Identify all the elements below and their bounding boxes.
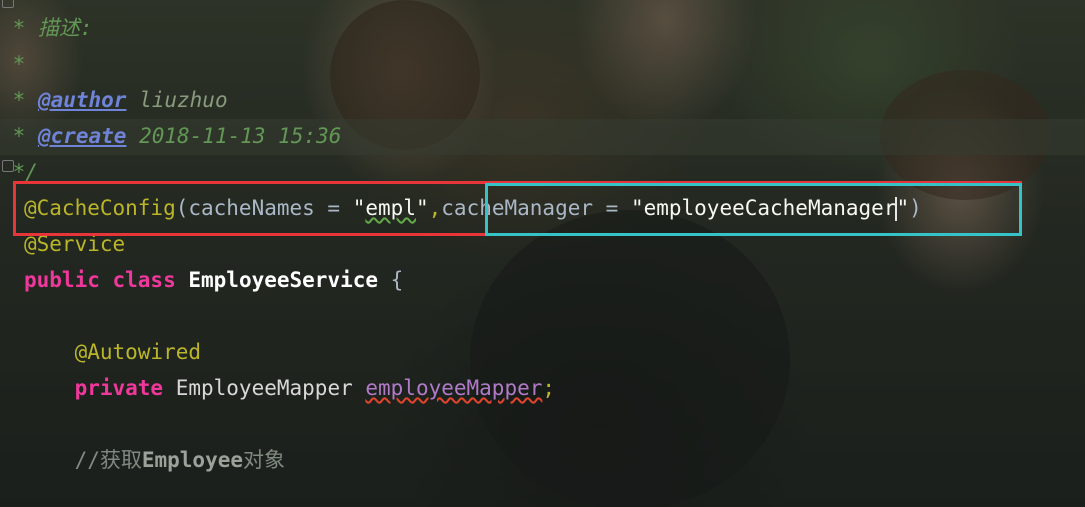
type-name[interactable]: EmployeeMapper	[163, 376, 365, 400]
code-line[interactable]: * @create 2018-11-13 15:36	[0, 118, 1085, 154]
javadoc-tag-author[interactable]: @author	[38, 88, 127, 112]
keyword-class: class	[99, 268, 189, 292]
code-line[interactable]: public class EmployeeService {	[24, 262, 1085, 298]
code-line[interactable]: * @author liuzhuo	[0, 82, 1085, 118]
code-brace: {	[378, 268, 404, 292]
comment-text: 描述:	[37, 16, 93, 40]
highlight-box-cyan	[485, 183, 1022, 236]
annotation-autowired[interactable]: @Autowired	[24, 340, 201, 364]
javadoc-create-value: 2018-11-13 15:36	[126, 124, 342, 148]
code-line[interactable]: private EmployeeMapper employeeMapper;	[24, 370, 1085, 406]
javadoc-tag-create[interactable]: @create	[38, 124, 127, 148]
fold-marker-icon[interactable]	[2, 0, 14, 8]
code-semicolon: ;	[542, 376, 556, 400]
keyword-private: private	[24, 376, 164, 400]
comment-text: *	[0, 16, 38, 40]
comment-text: *	[0, 88, 38, 112]
comment-text: *	[0, 124, 38, 148]
code-line[interactable]: //获取Employee对象	[24, 442, 1085, 478]
keyword-public: public	[24, 268, 100, 292]
field-name[interactable]: employeeMapper	[365, 376, 542, 400]
comment-text: *	[0, 52, 26, 76]
line-comment: 对象	[243, 448, 286, 472]
class-name[interactable]: EmployeeService	[188, 268, 378, 292]
code-line[interactable]: *	[0, 46, 1085, 82]
code-line[interactable]: @Autowired	[24, 334, 1085, 370]
line-comment: //获取	[24, 448, 142, 472]
line-comment: Employee	[141, 448, 244, 472]
javadoc-author-value: liuzhuo	[126, 88, 228, 112]
code-line[interactable]: * 描述:	[0, 10, 1085, 46]
